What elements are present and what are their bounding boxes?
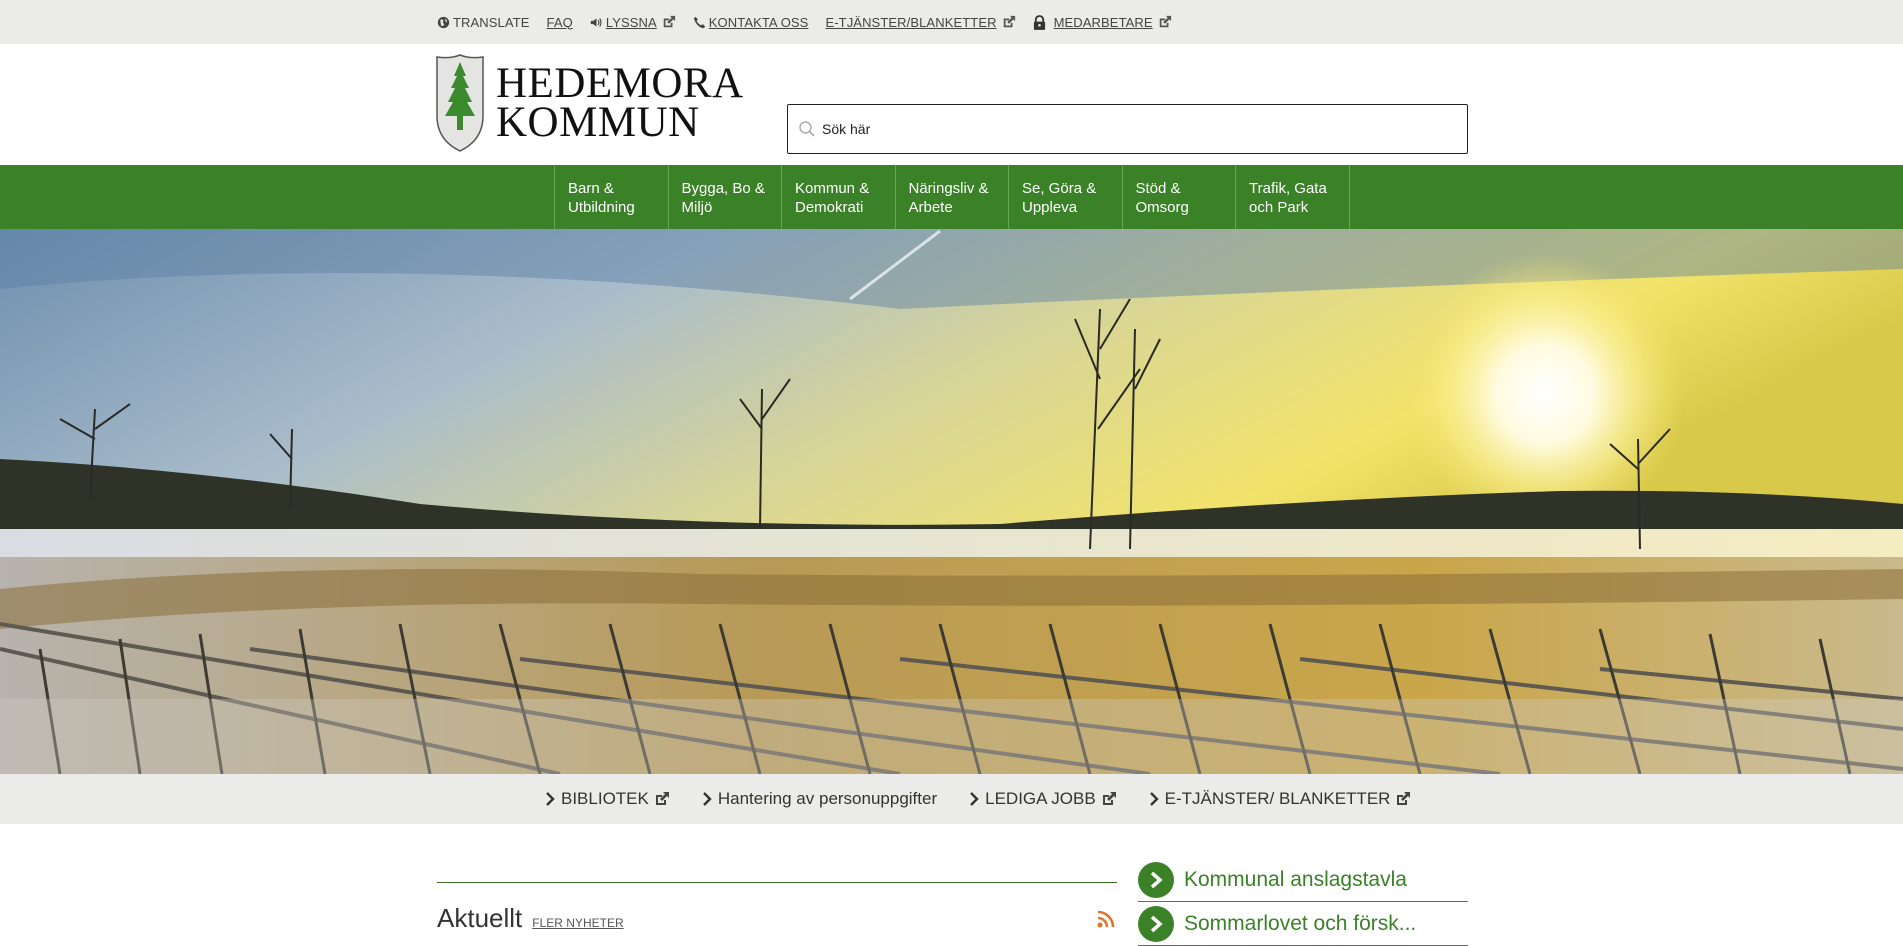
news-divider [437, 882, 1117, 883]
quicklink-lediga-jobb[interactable]: LEDIGA JOBB [969, 789, 1117, 809]
chevron-right-icon [1149, 792, 1159, 806]
nav-label-line1: Se, Göra & [1022, 180, 1097, 197]
logo-line-1: HEDEMORA [496, 60, 744, 107]
side-link-label: Kommunal anslagstavla [1184, 867, 1407, 891]
site-logo[interactable]: HEDEMORA KOMMUN [436, 53, 766, 153]
globe-icon [437, 16, 450, 28]
external-link-icon [655, 792, 669, 805]
listen-label: LYSSNA [605, 14, 657, 30]
chevron-right-icon [703, 792, 712, 806]
quicklink-label: E-TJÄNSTER/ BLANKETTER [1164, 789, 1391, 808]
nav-item-barn-utbildning[interactable]: Barn & Utbildning [555, 165, 669, 229]
lock-icon [1033, 14, 1045, 30]
chevron-right-icon [546, 792, 555, 806]
arrow-circle-icon [1138, 905, 1174, 942]
logo-line-2: KOMMUN [496, 99, 700, 146]
news-heading: Aktuellt FLER NYHETER [437, 903, 624, 934]
quick-links-bar: BIBLIOTEK Hantering av personuppgifter L… [0, 774, 1903, 824]
translate-link[interactable]: TRANSLATE [437, 15, 530, 30]
staff-link[interactable]: MEDARBETARE [1033, 15, 1172, 30]
nav-item-bygga-bo-miljo[interactable]: Bygga, Bo & Miljö [669, 165, 782, 229]
nav-item-stod-omsorg[interactable]: Stöd & Omsorg [1123, 165, 1236, 229]
main-navigation: Barn & Utbildning Bygga, Bo & Miljö Kommun… [0, 165, 1903, 229]
nav-item-trafik-gata-park[interactable]: Trafik, Gata och Park [1236, 165, 1350, 229]
side-link-sommarlovet[interactable]: Sommarlovet och försk... [1138, 902, 1468, 946]
quicklink-label: LEDIGA JOBB [985, 789, 1096, 808]
listen-link[interactable]: LYSSNA [590, 15, 676, 30]
nav-label-line2: Utbildning [568, 199, 635, 216]
faq-link[interactable]: FAQ [547, 15, 573, 30]
logo-wordmark: HEDEMORA KOMMUN [496, 60, 744, 146]
nav-label-line1: Kommun & [795, 180, 870, 197]
external-link-icon [1397, 792, 1411, 805]
nav-label-line2: Omsorg [1135, 199, 1189, 216]
chevron-right-icon [970, 792, 979, 806]
nav-label-line1: Stöd & [1135, 180, 1181, 197]
side-link-anslagstavla[interactable]: Kommunal anslagstavla [1138, 858, 1468, 902]
quicklink-bibliotek[interactable]: BIBLIOTEK [545, 789, 670, 809]
external-link-icon [663, 15, 675, 28]
eservices-label: E-TJÄNSTER/BLANKETTER [825, 14, 997, 30]
coat-of-arms-icon [436, 54, 484, 152]
nav-label-line1: Bygga, Bo & [681, 180, 765, 197]
nav-label-line2: Arbete [908, 199, 953, 216]
search-icon [799, 121, 815, 137]
quicklink-personuppgifter[interactable]: Hantering av personuppgifter [702, 789, 937, 809]
faq-label: FAQ [546, 14, 573, 30]
nav-label-line1: Barn & [568, 180, 614, 197]
side-link-label: Sommarlovet och försk... [1184, 911, 1417, 935]
quicklink-etjanster[interactable]: E-TJÄNSTER/ BLANKETTER [1149, 789, 1412, 809]
eservices-link[interactable]: E-TJÄNSTER/BLANKETTER [825, 15, 1015, 30]
search-box[interactable] [787, 104, 1468, 154]
translate-label: TRANSLATE [453, 14, 530, 30]
arrow-circle-icon [1138, 861, 1174, 898]
external-link-icon [1003, 15, 1015, 28]
nav-label-line2: Miljö [681, 199, 713, 216]
search-input[interactable] [822, 121, 1422, 137]
main-nav-items: Barn & Utbildning Bygga, Bo & Miljö Kommun… [554, 165, 1350, 229]
staff-label: MEDARBETARE [1053, 14, 1153, 30]
nav-item-naringsliv-arbete[interactable]: Näringsliv & Arbete [896, 165, 1009, 229]
nav-item-se-gora-uppleva[interactable]: Se, Göra & Uppleva [1009, 165, 1123, 229]
utility-links: TRANSLATE FAQ LYSSNA KONTAKTA OSS E-TJÄN… [437, 0, 1189, 44]
nav-label-line2: Uppleva [1022, 199, 1078, 216]
nav-label-line1: Trafik, Gata [1249, 180, 1327, 197]
more-news-link[interactable]: FLER NYHETER [532, 916, 623, 930]
quicklink-label: Hantering av personuppgifter [717, 789, 938, 808]
quicklink-label: BIBLIOTEK [561, 789, 649, 808]
quick-links: BIBLIOTEK Hantering av personuppgifter L… [545, 774, 1443, 824]
contact-link[interactable]: KONTAKTA OSS [693, 15, 809, 30]
nav-label-line2: Demokrati [795, 199, 864, 216]
winter-landscape-illustration [0, 229, 1903, 774]
phone-icon [693, 16, 705, 28]
news-title: Aktuellt [437, 903, 523, 933]
speaker-icon [590, 17, 602, 27]
nav-label-line2: och Park [1249, 199, 1309, 216]
external-link-icon [1159, 15, 1171, 28]
side-links: Kommunal anslagstavla Sommarlovet och fö… [1138, 858, 1468, 946]
nav-item-kommun-demokrati[interactable]: Kommun & Demokrati [782, 165, 896, 229]
hero-image [0, 229, 1903, 774]
top-utility-bar: TRANSLATE FAQ LYSSNA KONTAKTA OSS E-TJÄN… [0, 0, 1903, 44]
external-link-icon [1102, 792, 1116, 805]
rss-icon[interactable] [1096, 909, 1116, 929]
nav-label-line1: Näringsliv & [908, 180, 989, 197]
contact-label: KONTAKTA OSS [708, 14, 809, 30]
